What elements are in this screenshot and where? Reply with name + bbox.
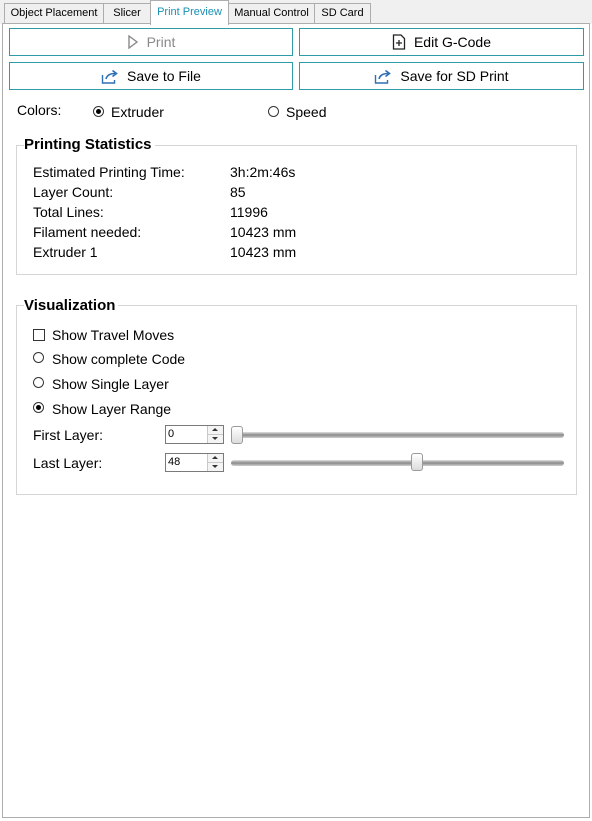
stat-value-print-time: 3h:2m:46s: [230, 164, 296, 180]
tab-object-placement[interactable]: Object Placement: [4, 3, 104, 23]
last-layer-label: Last Layer:: [33, 455, 103, 471]
export-icon: [375, 69, 392, 84]
stat-label-filament: Filament needed:: [33, 224, 142, 240]
export-icon: [101, 69, 118, 84]
tab-print-preview[interactable]: Print Preview: [150, 0, 229, 25]
stat-label-extruder-1: Extruder 1: [33, 244, 98, 260]
add-file-icon: [392, 34, 406, 50]
stat-label-total-lines: Total Lines:: [33, 204, 104, 220]
tab-slicer[interactable]: Slicer: [103, 3, 151, 23]
extruder-radio-label[interactable]: Extruder: [111, 104, 164, 120]
speed-radio[interactable]: [268, 106, 279, 117]
tab-sd-card[interactable]: SD Card: [314, 3, 371, 23]
first-layer-slider-track[interactable]: [231, 432, 564, 438]
colors-label: Colors:: [17, 102, 62, 118]
edit-gcode-button[interactable]: Edit G-Code: [299, 28, 584, 56]
last-layer-slider-thumb[interactable]: [410, 453, 423, 471]
first-layer-spin-arrows[interactable]: [207, 426, 223, 443]
first-layer-value[interactable]: 0: [168, 428, 174, 440]
print-button-label: Print: [146, 34, 176, 50]
stat-value-extruder-1: 10423 mm: [230, 244, 297, 260]
stat-label-print-time: Estimated Printing Time:: [33, 164, 185, 180]
stat-value-total-lines: 11996: [230, 204, 268, 220]
show-single-layer-label[interactable]: Show Single Layer: [52, 376, 169, 392]
first-layer-slider-thumb[interactable]: [231, 426, 243, 444]
show-single-layer-radio[interactable]: [33, 377, 44, 388]
stat-value-filament: 10423 mm: [230, 224, 297, 240]
show-travel-moves-label[interactable]: Show Travel Moves: [52, 327, 174, 343]
show-complete-code-label[interactable]: Show complete Code: [52, 351, 185, 367]
show-layer-range-label[interactable]: Show Layer Range: [52, 401, 171, 417]
visualization-title: Visualization: [24, 297, 119, 314]
printing-statistics-title: Printing Statistics: [24, 136, 155, 153]
tab-manual-control[interactable]: Manual Control: [228, 3, 315, 23]
first-layer-label: First Layer:: [33, 427, 104, 443]
save-sd-print-button[interactable]: Save for SD Print: [299, 62, 584, 90]
show-complete-code-radio[interactable]: [33, 352, 44, 363]
save-to-file-button[interactable]: Save to File: [9, 62, 293, 90]
speed-radio-label[interactable]: Speed: [286, 104, 326, 120]
spin-down-icon[interactable]: [208, 463, 223, 471]
save-to-file-button-label: Save to File: [127, 68, 201, 84]
spin-down-icon[interactable]: [208, 435, 223, 443]
last-layer-spinner[interactable]: 48: [165, 453, 224, 472]
play-icon: [127, 35, 138, 49]
show-travel-moves-checkbox[interactable]: [33, 329, 45, 341]
show-layer-range-radio[interactable]: [33, 402, 44, 413]
first-layer-spinner[interactable]: 0: [165, 425, 224, 444]
spin-up-icon[interactable]: [208, 426, 223, 435]
last-layer-value[interactable]: 48: [168, 456, 180, 468]
stat-value-layer-count: 85: [230, 184, 246, 200]
edit-gcode-button-label: Edit G-Code: [413, 34, 492, 50]
print-button[interactable]: Print: [9, 28, 293, 56]
spin-up-icon[interactable]: [208, 454, 223, 463]
save-sd-print-button-label: Save for SD Print: [400, 68, 509, 84]
stat-label-layer-count: Layer Count:: [33, 184, 114, 200]
last-layer-spin-arrows[interactable]: [207, 454, 223, 471]
extruder-radio[interactable]: [93, 106, 104, 117]
last-layer-slider-track[interactable]: [231, 460, 564, 466]
